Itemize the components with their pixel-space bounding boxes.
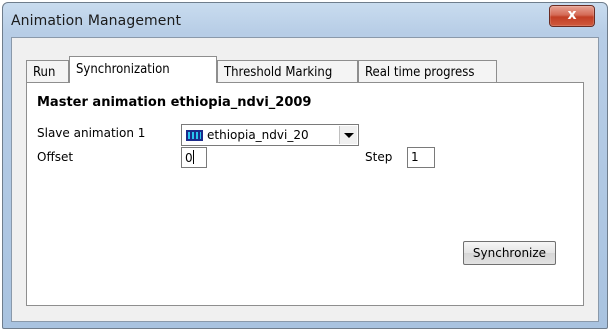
film-icon bbox=[186, 130, 203, 141]
step-input[interactable]: 1 bbox=[407, 147, 435, 168]
animation-management-window: Animation Management x Run Synchronizati… bbox=[2, 2, 608, 329]
slave-animation-label: Slave animation 1 bbox=[37, 126, 146, 140]
tab-real-time-progress[interactable]: Real time progress bbox=[358, 60, 497, 82]
tab-synchronization[interactable]: Synchronization bbox=[69, 56, 217, 83]
window-title: Animation Management bbox=[11, 13, 182, 29]
step-label: Step bbox=[365, 150, 393, 164]
slave-animation-value: ethiopia_ndvi_20 bbox=[207, 128, 309, 142]
title-bar[interactable]: Animation Management x bbox=[3, 3, 607, 37]
tab-run[interactable]: Run bbox=[26, 60, 69, 82]
tab-real-time-progress-label: Real time progress bbox=[365, 65, 475, 80]
master-animation-heading: Master animation ethiopia_ndvi_2009 bbox=[37, 95, 312, 110]
tab-threshold-marking-label: Threshold Marking bbox=[224, 65, 333, 80]
tab-run-label: Run bbox=[33, 65, 56, 80]
slave-animation-select[interactable]: ethiopia_ndvi_20 bbox=[181, 124, 359, 146]
chevron-down-icon[interactable] bbox=[339, 126, 357, 144]
text-caret bbox=[192, 150, 194, 164]
synchronize-button[interactable]: Synchronize bbox=[463, 241, 556, 265]
tab-synchronization-label: Synchronization bbox=[76, 62, 170, 77]
step-value: 1 bbox=[411, 150, 419, 164]
offset-input[interactable]: 0 bbox=[181, 147, 207, 168]
synchronization-panel: Master animation ethiopia_ndvi_2009 Slav… bbox=[26, 82, 584, 306]
offset-label: Offset bbox=[37, 150, 74, 164]
tab-threshold-marking[interactable]: Threshold Marking bbox=[217, 60, 358, 82]
dialog-client-area: Run Synchronization Threshold Marking Re… bbox=[11, 37, 599, 322]
close-icon: x bbox=[567, 7, 577, 23]
offset-value: 0 bbox=[185, 151, 193, 165]
close-button[interactable]: x bbox=[549, 5, 595, 27]
